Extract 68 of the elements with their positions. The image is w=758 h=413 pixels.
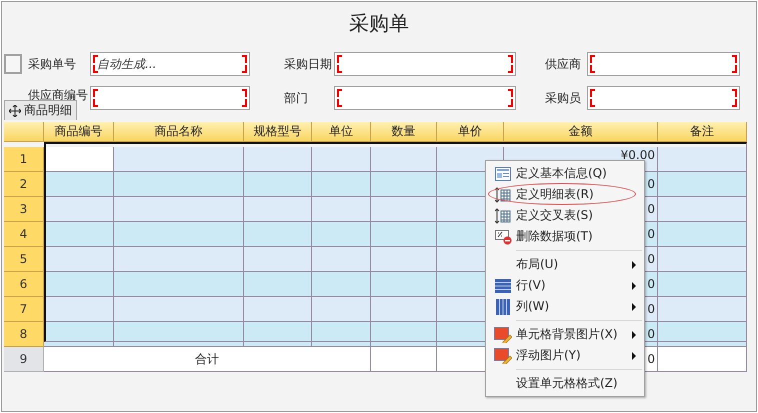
form-icon <box>495 166 511 180</box>
column-header[interactable]: 备注 <box>658 122 747 142</box>
table-cell <box>312 297 371 322</box>
field-label: 供应商 <box>545 56 581 72</box>
table-cell <box>371 247 437 272</box>
input-field[interactable] <box>587 86 740 110</box>
row-number[interactable]: 2 <box>4 172 44 197</box>
column-header[interactable]: 金额 <box>504 122 658 142</box>
table-cell <box>244 297 312 322</box>
table-cell <box>312 147 371 172</box>
input-field[interactable] <box>587 52 740 76</box>
table-cell <box>312 272 371 297</box>
table-cell <box>244 247 312 272</box>
table-cell <box>244 147 312 172</box>
picture-edit-icon <box>494 348 512 364</box>
rows-icon <box>495 278 511 292</box>
table-cell <box>371 322 437 347</box>
table-cell <box>371 222 437 247</box>
column-header[interactable]: 规格型号 <box>244 122 312 142</box>
table-cell <box>371 197 437 222</box>
row-number[interactable]: 4 <box>4 222 44 247</box>
picture-edit-icon <box>494 326 512 342</box>
input-field[interactable]: 自动生成... <box>90 52 250 76</box>
column-header[interactable]: 单价 <box>437 122 504 142</box>
table-cell <box>312 172 371 197</box>
table-cell <box>371 147 437 172</box>
column-header[interactable]: 数量 <box>371 122 437 142</box>
row-number[interactable]: 5 <box>4 247 44 272</box>
field-label: 部门 <box>284 90 308 106</box>
table-icon <box>495 186 511 202</box>
field-label: 采购单号 <box>28 56 76 72</box>
table-cell <box>244 222 312 247</box>
row-number[interactable]: 6 <box>4 272 44 297</box>
columns-icon <box>496 298 510 314</box>
field-label: 采购员 <box>545 90 581 106</box>
table-cell <box>312 197 371 222</box>
table-cell <box>244 322 312 347</box>
column-header[interactable]: 单位 <box>312 122 371 142</box>
table-cell <box>312 322 371 347</box>
column-header[interactable]: 商品编号 <box>44 122 114 142</box>
field-label: 采购日期 <box>284 56 332 72</box>
form-title: 采购单 <box>349 10 409 36</box>
menu-item[interactable]: 设置单元格格式(Z) <box>486 373 644 394</box>
row-number[interactable]: 9 <box>4 347 44 372</box>
table-cell <box>371 172 437 197</box>
table-cell: 合计 <box>44 347 371 372</box>
table-cell <box>371 272 437 297</box>
row-number[interactable]: 1 <box>4 147 44 172</box>
table-cell <box>371 347 437 372</box>
input-field[interactable] <box>334 52 516 76</box>
table-cell <box>244 197 312 222</box>
row-number[interactable]: 7 <box>4 297 44 322</box>
move-icon <box>9 104 21 116</box>
column-header[interactable]: 商品名称 <box>114 122 244 142</box>
row-number[interactable]: 8 <box>4 322 44 347</box>
row-number[interactable]: 3 <box>4 197 44 222</box>
table-cell <box>312 222 371 247</box>
table-cell <box>312 247 371 272</box>
input-field[interactable] <box>334 86 516 110</box>
delete-field-icon <box>494 228 512 244</box>
section-tab[interactable]: 商品明细 <box>4 100 77 120</box>
header-corner <box>4 122 44 142</box>
table-icon <box>495 208 511 224</box>
table-cell <box>244 272 312 297</box>
table-cell <box>244 172 312 197</box>
table-cell <box>371 297 437 322</box>
input-field[interactable] <box>90 86 250 110</box>
checkbox[interactable] <box>4 54 22 74</box>
